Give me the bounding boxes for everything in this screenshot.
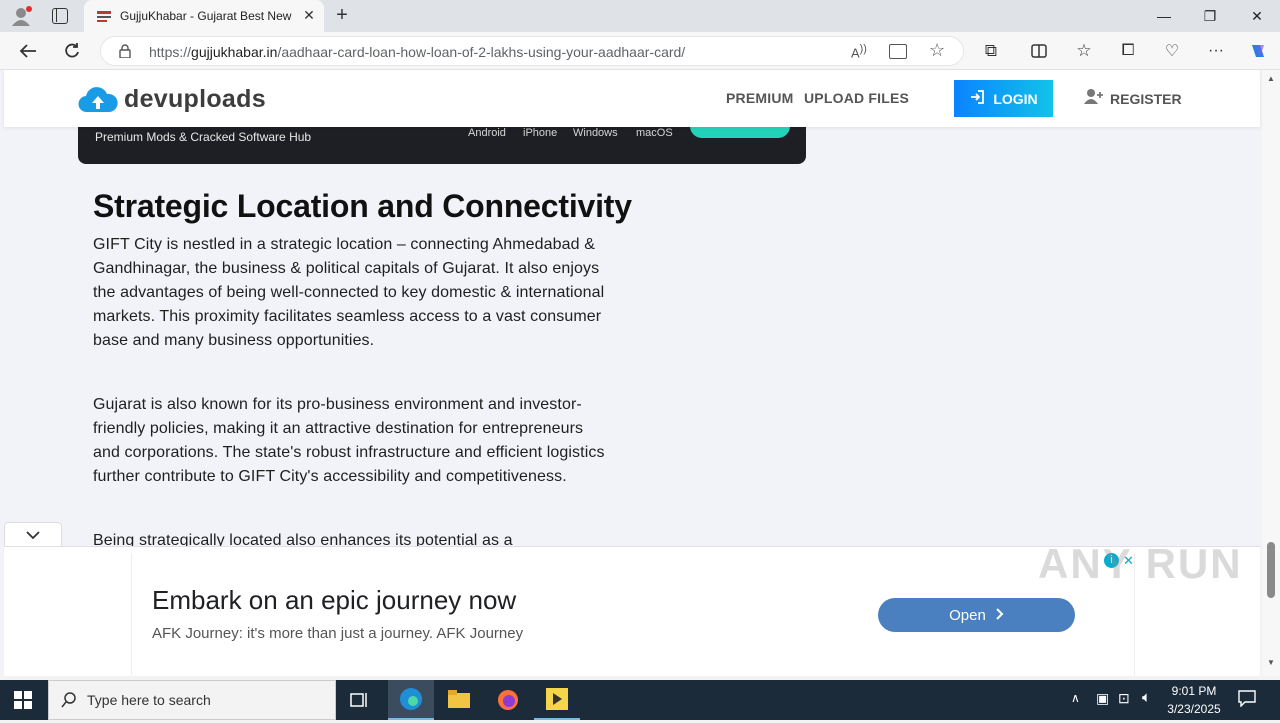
site-favicon-icon — [96, 8, 112, 24]
search-icon — [61, 692, 77, 713]
chevron-right-icon — [996, 607, 1004, 624]
task-view-icon[interactable] — [350, 691, 370, 714]
copilot-icon[interactable] — [1244, 38, 1272, 64]
browser-toolbar: https://gujjukhabar.in/aadhaar-card-loan… — [0, 32, 1280, 70]
url-path: /aadhaar-card-loan-how-loan-of-2-lakhs-u… — [277, 44, 686, 60]
nav-upload-files[interactable]: UPLOAD FILES — [804, 90, 909, 106]
page-scrollbar[interactable]: ▲ ▼ — [1262, 70, 1280, 676]
favorites-icon[interactable]: ☆ — [1070, 38, 1098, 64]
clock-date[interactable]: 3/23/2025 — [1159, 702, 1229, 716]
os-iphone: iPhone — [523, 127, 558, 139]
os-windows: Windows — [573, 127, 618, 139]
nav-premium[interactable]: PREMIUM — [726, 90, 794, 106]
register-label: REGISTER — [1110, 90, 1182, 107]
settings-more-icon[interactable]: ··· — [1202, 38, 1230, 64]
file-explorer-icon[interactable] — [448, 690, 470, 713]
scroll-up-icon[interactable]: ▲ — [1267, 74, 1275, 83]
firefox-icon[interactable] — [497, 689, 519, 716]
back-icon[interactable] — [14, 38, 42, 64]
url-text[interactable]: https://gujjukhabar.in/aadhaar-card-loan… — [149, 44, 685, 60]
ad-content[interactable]: i ✕ Embark on an epic journey now AFK Jo… — [131, 553, 1135, 675]
refresh-icon[interactable] — [58, 38, 86, 64]
cloud-logo-icon[interactable] — [78, 84, 118, 119]
address-bar[interactable]: https://gujjukhabar.in/aadhaar-card-loan… — [100, 36, 964, 66]
paragraph-1: GIFT City is nestled in a strategic loca… — [93, 236, 605, 349]
tray-chevron-icon[interactable]: ∧ — [1071, 691, 1080, 705]
browser-tab-bar: GujjuKhabar - Gujarat Best News ✕ + — ❐ … — [0, 0, 1280, 32]
ad-open-button[interactable]: Open — [878, 598, 1075, 632]
minimize-icon[interactable]: — — [1141, 0, 1187, 32]
split-screen-icon[interactable] — [1025, 38, 1053, 64]
article-heading: Strategic Location and Connectivity — [93, 188, 632, 224]
favorite-star-icon[interactable]: ☆ — [929, 40, 945, 61]
extensions-icon[interactable]: ⧉ — [977, 38, 1005, 64]
notifications-icon[interactable] — [1238, 689, 1256, 712]
scroll-down-icon[interactable]: ▼ — [1267, 658, 1275, 667]
windows-taskbar: Type here to search ∧ ▣ ⊡ 🔈︎ 9:01 PM 3/2… — [0, 680, 1280, 720]
clock-time[interactable]: 9:01 PM — [1159, 684, 1229, 698]
chevron-down-icon — [26, 526, 40, 544]
lock-icon[interactable] — [119, 44, 131, 63]
ad-title[interactable]: Embark on an epic journey now — [152, 585, 516, 616]
ad-collapse-button[interactable] — [4, 522, 62, 546]
anyrun-watermark: ANY RUN — [1038, 540, 1243, 587]
register-link[interactable]: REGISTER — [1084, 88, 1182, 109]
restore-icon[interactable]: ❐ — [1187, 0, 1233, 32]
profile-icon[interactable] — [10, 6, 32, 26]
volume-icon[interactable]: 🔈︎ — [1142, 689, 1151, 706]
windows-start-icon[interactable] — [14, 691, 32, 714]
scroll-thumb[interactable] — [1267, 542, 1275, 598]
url-scheme: https:// — [149, 44, 192, 60]
edge-taskbar-icon[interactable] — [388, 680, 434, 720]
new-tab-icon[interactable]: + — [330, 4, 354, 28]
login-icon — [969, 89, 985, 108]
ad-open-label: Open — [949, 606, 986, 624]
add-user-icon — [1084, 88, 1104, 109]
os-android: Android — [468, 127, 506, 139]
search-placeholder: Type here to search — [87, 692, 211, 708]
tab-title: GujjuKhabar - Gujarat Best News — [120, 9, 292, 23]
url-host: gujjukhabar.in — [191, 44, 278, 60]
active-tab[interactable]: GujjuKhabar - Gujarat Best News ✕ — [84, 0, 324, 32]
site-header: devuploads PREMIUM UPLOAD FILES LOGIN RE… — [4, 70, 1260, 127]
window-close-icon[interactable]: ✕ — [1234, 0, 1280, 32]
tab-close-icon[interactable]: ✕ — [300, 7, 318, 24]
browser-essentials-icon[interactable]: ♡ — [1158, 38, 1186, 64]
network-icon[interactable]: ⊡ — [1118, 690, 1130, 707]
banner-tagline: Premium Mods & Cracked Software Hub — [95, 130, 312, 144]
ad-subtitle[interactable]: AFK Journey: it's more than just a journ… — [152, 625, 523, 642]
read-aloud-icon[interactable]: A)) — [851, 43, 867, 60]
tray-device-icon[interactable]: ▣ — [1096, 690, 1109, 707]
media-player-icon[interactable] — [534, 680, 580, 720]
immersive-reader-icon[interactable] — [889, 44, 907, 59]
login-button[interactable]: LOGIN — [954, 80, 1053, 117]
tab-actions-icon[interactable] — [52, 8, 68, 24]
os-macos: macOS — [636, 127, 673, 139]
paragraph-2: Gujarat is also known for its pro-busine… — [93, 396, 605, 485]
site-logo[interactable]: devuploads — [124, 85, 266, 114]
collections-icon[interactable]: ⧠ — [1114, 38, 1142, 64]
login-label: LOGIN — [993, 90, 1038, 107]
taskbar-search[interactable]: Type here to search — [48, 680, 336, 720]
